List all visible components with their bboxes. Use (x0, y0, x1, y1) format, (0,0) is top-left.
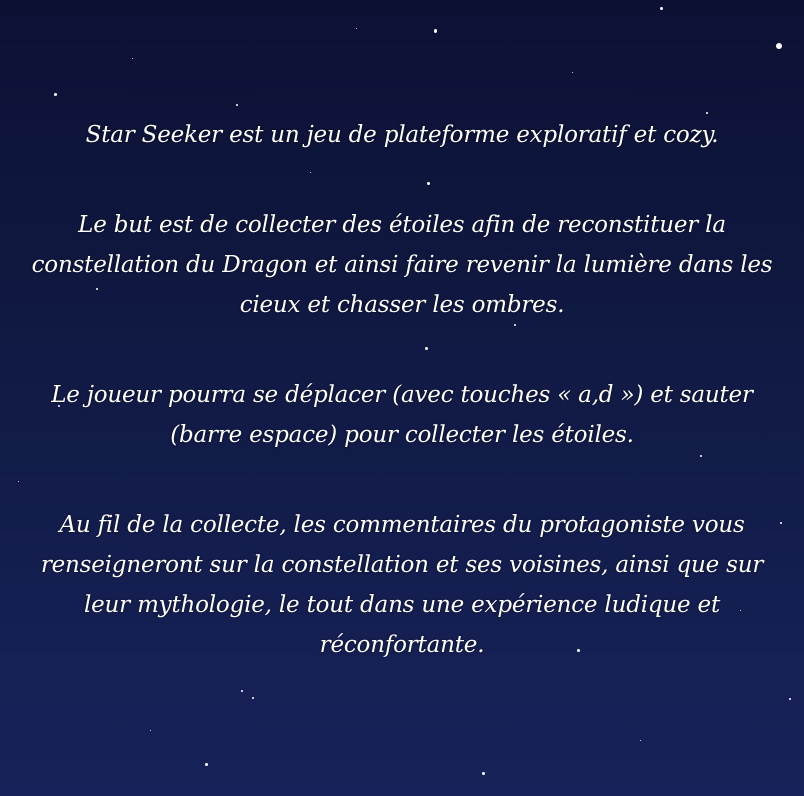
description-paragraph-intro: Star Seeker est un jeu de plateforme exp… (85, 122, 719, 148)
description-paragraph-goal: Le but est de collecter des étoiles afin… (31, 212, 773, 318)
description-paragraph-controls: Le joueur pourra se déplacer (avec touch… (51, 382, 753, 448)
description-paragraph-story: Au fil de la collecte, les commentaires … (40, 512, 764, 658)
game-description: Star Seeker est un jeu de plateforme exp… (0, 0, 804, 796)
